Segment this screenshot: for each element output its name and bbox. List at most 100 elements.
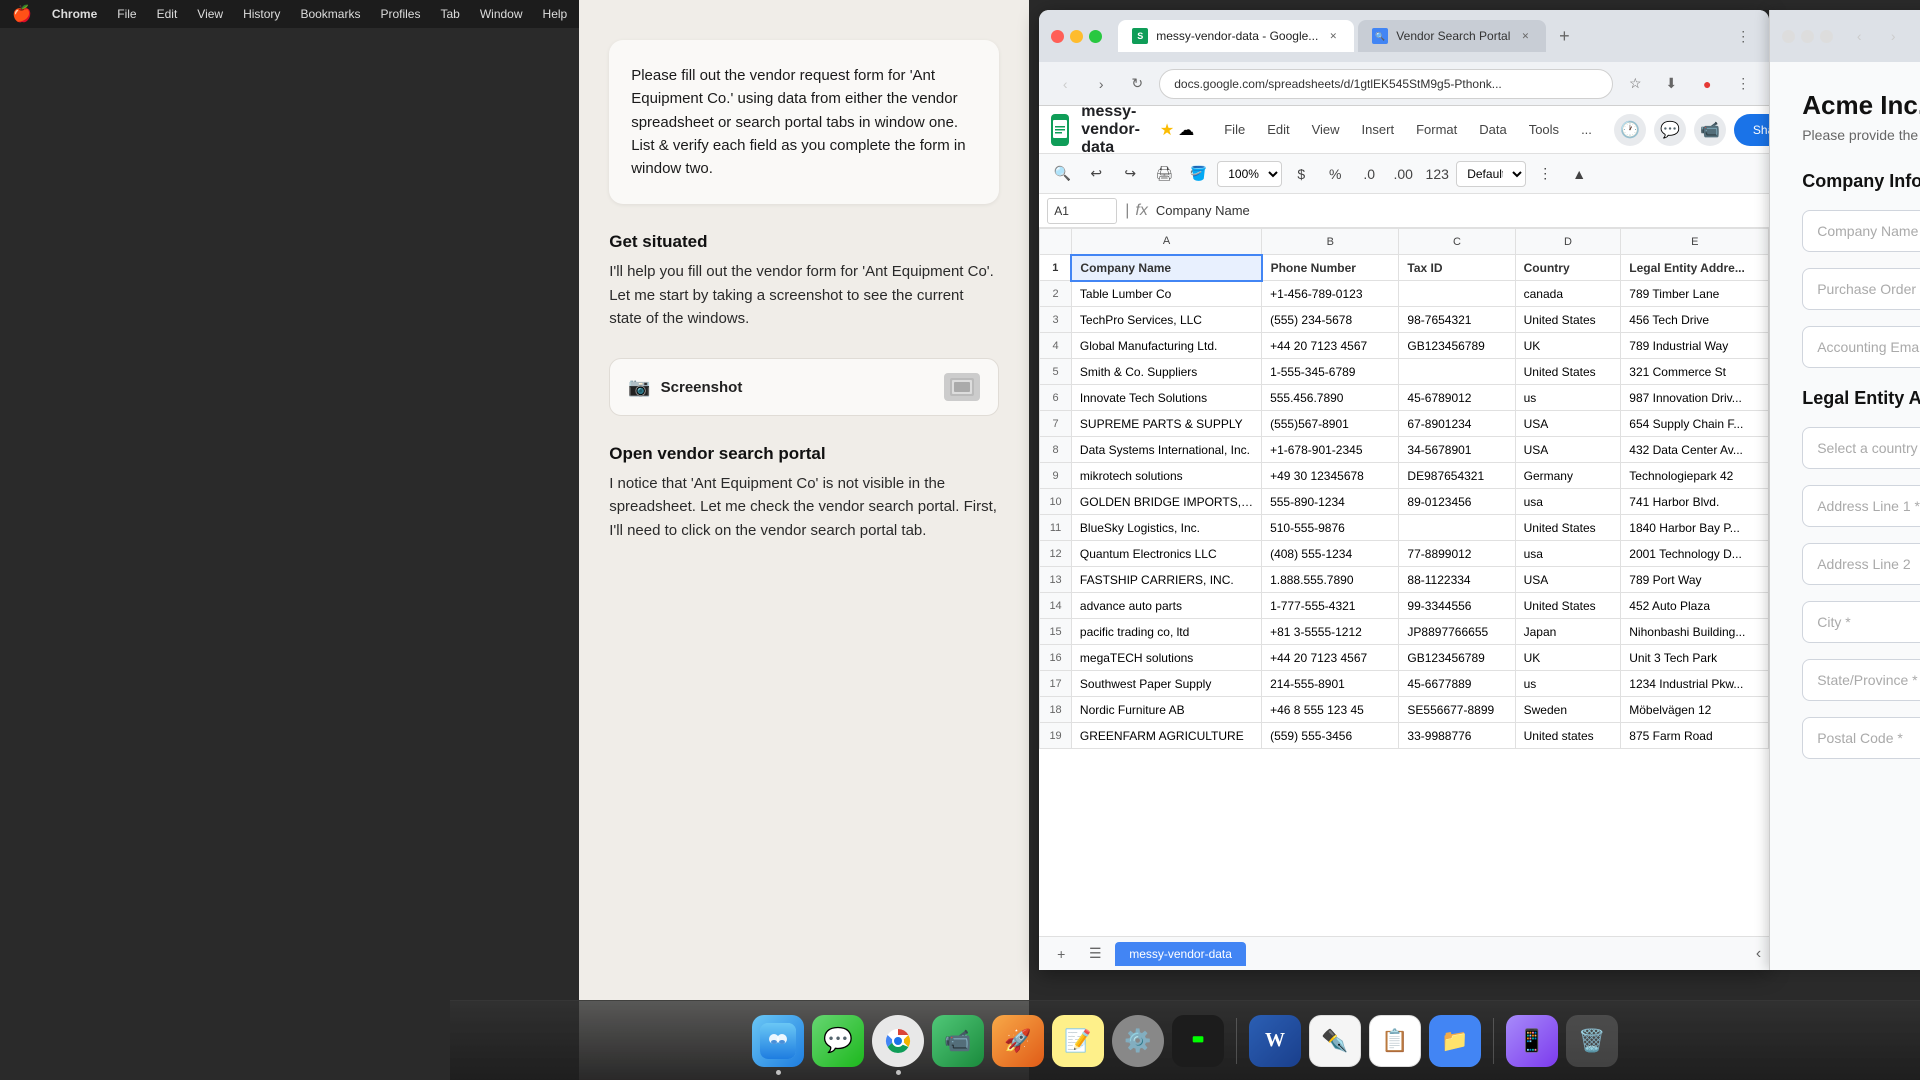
table-row[interactable]: 12Quantum Electronics LLC(408) 555-12347… [1040, 541, 1769, 567]
table-cell[interactable] [1399, 359, 1515, 385]
table-cell[interactable]: 432 Data Center Av... [1621, 437, 1769, 463]
table-cell[interactable]: Nihonbashi Building... [1621, 619, 1769, 645]
dock-terminal[interactable]: ⌨ [1172, 1015, 1224, 1067]
table-cell[interactable]: 555-890-1234 [1262, 489, 1399, 515]
back-button[interactable]: ‹ [1051, 70, 1079, 98]
sheets-tab-close[interactable]: ✕ [1326, 29, 1340, 43]
more-formats-btn[interactable]: ⋮ [1530, 160, 1560, 188]
table-cell[interactable]: 875 Farm Road [1621, 723, 1769, 749]
table-row[interactable]: 3TechPro Services, LLC(555) 234-567898-7… [1040, 307, 1769, 333]
table-cell[interactable]: 789 Timber Lane [1621, 281, 1769, 307]
dock-settings[interactable]: ⚙️ [1112, 1015, 1164, 1067]
table-row[interactable]: 7SUPREME PARTS & SUPPLY(555)567-890167-8… [1040, 411, 1769, 437]
format-btn[interactable]: 123 [1422, 160, 1452, 188]
dock-folders[interactable]: 📁 [1429, 1015, 1481, 1067]
table-row[interactable]: 17Southwest Paper Supply214-555-890145-6… [1040, 671, 1769, 697]
col-header-d[interactable]: D [1515, 229, 1621, 255]
table-cell[interactable]: 654 Supply Chain F... [1621, 411, 1769, 437]
table-row[interactable]: 9mikrotech solutions+49 30 12345678DE987… [1040, 463, 1769, 489]
more-button[interactable]: ⋮ [1729, 70, 1757, 98]
dock-notes[interactable]: 📝 [1052, 1015, 1104, 1067]
history-button[interactable]: 🕐 [1614, 114, 1646, 146]
table-cell[interactable]: United States [1515, 515, 1621, 541]
table-row[interactable]: 13FASTSHIP CARRIERS, INC.1.888.555.78908… [1040, 567, 1769, 593]
col-header-b[interactable]: B [1262, 229, 1399, 255]
menu-history[interactable]: History [243, 7, 280, 21]
table-cell[interactable]: USA [1515, 437, 1621, 463]
address-line2-input[interactable] [1802, 543, 1920, 585]
dock-messages[interactable]: 💬 [812, 1015, 864, 1067]
table-cell[interactable]: 1-777-555-4321 [1262, 593, 1399, 619]
table-cell[interactable]: GB123456789 [1399, 333, 1515, 359]
table-cell[interactable]: BlueSky Logistics, Inc. [1071, 515, 1261, 541]
table-cell[interactable]: 34-5678901 [1399, 437, 1515, 463]
table-cell[interactable]: 45-6789012 [1399, 385, 1515, 411]
cell-reference-box[interactable]: A1 [1047, 198, 1117, 224]
table-cell[interactable]: Quantum Electronics LLC [1071, 541, 1261, 567]
dock-ios[interactable]: 📱 [1506, 1015, 1558, 1067]
table-cell[interactable]: 214-555-8901 [1262, 671, 1399, 697]
table-cell[interactable]: 987 Innovation Driv... [1621, 385, 1769, 411]
form-forward-btn[interactable]: › [1879, 22, 1907, 50]
bookmark-button[interactable]: ☆ [1621, 70, 1649, 98]
table-row[interactable]: 19GREENFARM AGRICULTURE(559) 555-345633-… [1040, 723, 1769, 749]
table-row[interactable]: 5Smith & Co. Suppliers1-555-345-6789Unit… [1040, 359, 1769, 385]
menu-file[interactable]: File [117, 7, 136, 21]
table-cell[interactable]: +1-678-901-2345 [1262, 437, 1399, 463]
new-tab-button[interactable]: + [1550, 22, 1578, 50]
menu-help[interactable]: Help [543, 7, 568, 21]
table-cell[interactable]: 67-8901234 [1399, 411, 1515, 437]
menu-format[interactable]: Format [1406, 118, 1467, 141]
minimize-button[interactable] [1070, 30, 1083, 43]
table-cell[interactable]: Legal Entity Addre... [1621, 255, 1769, 281]
table-cell[interactable]: TechPro Services, LLC [1071, 307, 1261, 333]
table-row[interactable]: 15pacific trading co, ltd+81 3-5555-1212… [1040, 619, 1769, 645]
table-cell[interactable]: usa [1515, 489, 1621, 515]
table-cell[interactable]: megaTECH solutions [1071, 645, 1261, 671]
form-close-btn[interactable] [1782, 30, 1795, 43]
country-select[interactable]: Select a country * United States Canada … [1802, 427, 1920, 469]
table-row[interactable]: 18Nordic Furniture AB+46 8 555 123 45SE5… [1040, 697, 1769, 723]
menu-view[interactable]: View [197, 7, 223, 21]
table-cell[interactable]: 99-3344556 [1399, 593, 1515, 619]
dock-facetime[interactable]: 📹 [932, 1015, 984, 1067]
table-cell[interactable]: 510-555-9876 [1262, 515, 1399, 541]
table-cell[interactable]: 1234 Industrial Pkw... [1621, 671, 1769, 697]
menu-file[interactable]: File [1214, 118, 1255, 141]
table-cell[interactable]: Tax ID [1399, 255, 1515, 281]
forward-button[interactable]: › [1087, 70, 1115, 98]
table-cell[interactable]: USA [1515, 411, 1621, 437]
table-row[interactable]: 4Global Manufacturing Ltd.+44 20 7123 45… [1040, 333, 1769, 359]
table-cell[interactable]: pacific trading co, ltd [1071, 619, 1261, 645]
table-cell[interactable]: +44 20 7123 4567 [1262, 645, 1399, 671]
percent-btn[interactable]: % [1320, 160, 1350, 188]
table-cell[interactable]: DE987654321 [1399, 463, 1515, 489]
font-select[interactable]: Default... [1456, 161, 1526, 187]
table-cell[interactable]: United States [1515, 359, 1621, 385]
table-cell[interactable]: advance auto parts [1071, 593, 1261, 619]
table-cell[interactable]: UK [1515, 333, 1621, 359]
redo-btn[interactable]: ↪ [1115, 160, 1145, 188]
table-cell[interactable]: Smith & Co. Suppliers [1071, 359, 1261, 385]
table-cell[interactable]: 88-1122334 [1399, 567, 1515, 593]
table-cell[interactable]: 456 Tech Drive [1621, 307, 1769, 333]
col-header-c[interactable]: C [1399, 229, 1515, 255]
table-row[interactable]: 11BlueSky Logistics, Inc.510-555-9876Uni… [1040, 515, 1769, 541]
table-cell[interactable]: us [1515, 671, 1621, 697]
table-cell[interactable]: Unit 3 Tech Park [1621, 645, 1769, 671]
download-button[interactable]: ⬇ [1657, 70, 1685, 98]
record-button[interactable]: ● [1693, 70, 1721, 98]
table-cell[interactable]: Phone Number [1262, 255, 1399, 281]
form-max-btn[interactable] [1820, 30, 1833, 43]
table-cell[interactable]: 1-555-345-6789 [1262, 359, 1399, 385]
menu-view[interactable]: View [1302, 118, 1350, 141]
address-line1-input[interactable] [1802, 485, 1920, 527]
drive-icon[interactable]: ☁ [1178, 120, 1194, 140]
table-cell[interactable]: 555.456.7890 [1262, 385, 1399, 411]
col-header-e[interactable]: E [1621, 229, 1769, 255]
form-min-btn[interactable] [1801, 30, 1814, 43]
company-name-input[interactable] [1802, 210, 1920, 252]
table-cell[interactable]: Global Manufacturing Ltd. [1071, 333, 1261, 359]
share-button[interactable]: Share [1734, 114, 1769, 146]
comments-button[interactable]: 💬 [1654, 114, 1686, 146]
